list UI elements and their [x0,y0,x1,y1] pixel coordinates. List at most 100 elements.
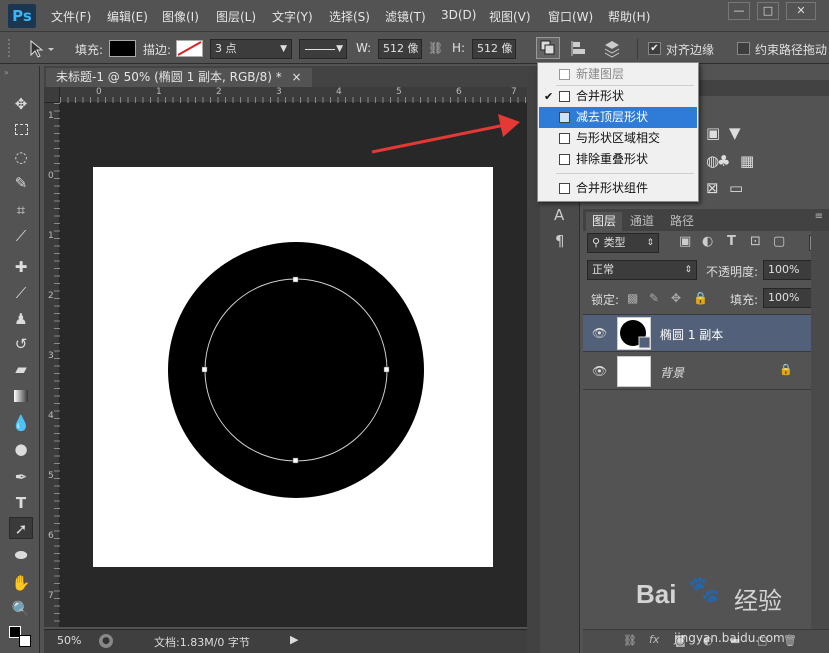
minimize-button[interactable]: — [728,2,750,20]
ellipse-tool-icon[interactable]: ⬬ [9,544,33,566]
menu-layer[interactable]: 图层(L) [216,8,256,25]
document-tab[interactable]: 未标题-1 @ 50% (椭圆 1 副本, RGB/8) * × [46,68,312,87]
tab-channels[interactable]: 通道 [624,212,660,231]
path-select-tool-icon[interactable] [28,40,56,58]
menu-select[interactable]: 选择(S) [329,8,370,25]
grip-handle[interactable] [8,39,12,57]
anchor-point[interactable] [383,366,390,373]
color-lookup-icon[interactable]: ▦ [740,152,754,170]
blend-mode-dropdown[interactable]: 正常 ⇕ [587,260,697,280]
close-button[interactable]: ✕ [786,2,816,20]
selective-color-icon[interactable]: ▭ [729,179,743,197]
menu-window[interactable]: 窗口(W) [548,8,593,25]
filter-shape-icon[interactable]: ⊡ [750,234,761,249]
stroke-width-field[interactable]: 3 点 ▼ [210,39,292,59]
menu-help[interactable]: 帮助(H) [608,8,650,25]
stroke-swatch[interactable] [176,40,203,57]
layer-thumbnail[interactable] [617,317,653,350]
hand-tool-icon[interactable]: ✋ [9,572,33,594]
panel-menu-icon[interactable]: ≡ [815,211,823,222]
background-color-swatch[interactable] [19,635,31,647]
filter-smart-object-icon[interactable]: ▢ [773,234,785,249]
align-edges-checkbox[interactable]: ✔ [648,42,661,55]
link-layers-icon[interactable]: ⛓ [623,634,637,647]
quick-select-tool-icon[interactable]: ✎ [9,172,33,194]
layer-filter-dropdown[interactable]: ⚲ 类型 ⇕ [587,233,659,253]
tab-paths[interactable]: 路径 [664,212,700,231]
width-field[interactable]: 512 像 [378,39,422,59]
layer-name[interactable]: 背景 [660,364,684,381]
history-brush-tool-icon[interactable]: ↺ [9,333,33,355]
menu-item-new-layer[interactable]: 新建图层 [539,64,697,85]
tab-close-icon[interactable]: × [292,70,302,84]
anchor-point[interactable] [201,366,208,373]
anchor-point[interactable] [292,457,299,464]
move-tool-icon[interactable]: ✥ [9,93,33,115]
lasso-tool-icon[interactable]: ◌ [9,146,33,168]
layer-row-ellipse-copy[interactable]: 👁 椭圆 1 副本 [583,315,811,352]
zoom-level[interactable]: 50% [57,634,81,647]
lock-pixels-icon[interactable]: ✎ [649,291,659,305]
status-menu-arrow-icon[interactable]: ▶ [290,633,298,646]
layer-row-background[interactable]: 👁 背景 🔒 [583,353,811,390]
collapse-icon[interactable]: » [4,68,9,77]
lock-position-icon[interactable]: ✥ [671,291,681,305]
pen-tool-icon[interactable]: ✒ [9,466,33,488]
fill-swatch[interactable] [109,40,136,57]
visibility-eye-icon[interactable]: 👁 [592,364,607,378]
layer-thumbnail[interactable] [617,356,651,387]
menu-filter[interactable]: 滤镜(T) [385,8,426,25]
menu-3d[interactable]: 3D(D) [441,8,476,22]
path-selection-tool-icon[interactable]: ➚ [9,517,33,539]
path-alignment-icon[interactable] [570,40,590,58]
marquee-tool-icon[interactable] [9,119,33,141]
anchor-point[interactable] [292,276,299,283]
levels-adjust-icon[interactable]: ▣ [706,124,720,142]
constrain-path-checkbox[interactable] [737,42,750,55]
blur-tool-icon[interactable]: 💧 [9,412,33,434]
character-panel-icon[interactable]: A [554,206,564,224]
gradient-map-icon[interactable]: ▼ [729,124,741,142]
healing-brush-tool-icon[interactable]: ✚ [9,256,33,278]
path-arrangement-icon[interactable] [601,39,623,59]
brush-tool-icon[interactable]: ⟋ [9,282,33,304]
menu-item-exclude-overlapping[interactable]: 排除重叠形状 [539,149,697,170]
menu-edit[interactable]: 编辑(E) [107,8,148,25]
threshold-icon[interactable]: ⊠ [706,179,719,197]
menu-image[interactable]: 图像(I) [162,8,199,25]
clone-stamp-tool-icon[interactable]: ♟ [9,308,33,330]
path-operations-button[interactable] [536,37,560,59]
ruler-origin[interactable] [44,87,60,103]
zoom-tool-icon[interactable]: 🔍 [9,598,33,620]
menu-item-intersect-shapes[interactable]: 与形状区域相交 [539,128,697,149]
menu-item-combine-shapes[interactable]: ✔ 合并形状 [539,86,697,107]
ellipse-shape-layer[interactable] [93,167,493,567]
vertical-ruler[interactable]: 1 0 1 2 3 4 5 6 7 [44,103,60,627]
lock-all-icon[interactable]: 🔒 [693,291,708,305]
eyedropper-tool-icon[interactable]: ⟋ [9,225,33,247]
menu-type[interactable]: 文字(Y) [272,8,313,25]
menu-item-subtract-front-shape[interactable]: 减去顶层形状 [539,107,697,128]
channel-mixer-icon[interactable]: ♣ [717,152,730,170]
tab-layers[interactable]: 图层 [586,212,623,231]
menu-view[interactable]: 视图(V) [489,8,531,25]
menu-item-merge-shape-components[interactable]: 合并形状组件 [539,178,697,199]
horizontal-ruler[interactable]: 0 1 2 3 4 5 6 7 [60,87,527,103]
visibility-eye-icon[interactable]: 👁 [592,326,607,340]
height-field[interactable]: 512 像 [472,39,516,59]
gradient-tool-icon[interactable] [9,386,33,408]
stroke-style-dropdown[interactable]: ▼ [299,39,347,59]
restore-button[interactable]: □ [757,2,779,20]
link-icon[interactable]: ⛓ [428,41,443,55]
status-info-icon[interactable]: ● [99,634,113,648]
lock-transparent-icon[interactable]: ▩ [627,291,638,305]
filter-adjustment-icon[interactable]: ◐ [702,234,713,249]
filter-pixel-icon[interactable]: ▣ [679,234,691,249]
type-tool-icon[interactable]: T [9,492,33,514]
layer-name[interactable]: 椭圆 1 副本 [660,326,723,343]
paragraph-panel-icon[interactable]: ¶ [555,232,565,250]
filter-type-icon[interactable]: T [727,234,736,249]
dodge-tool-icon[interactable]: ● [9,438,33,460]
menu-file[interactable]: 文件(F) [51,8,91,25]
eraser-tool-icon[interactable]: ▰ [9,358,33,380]
